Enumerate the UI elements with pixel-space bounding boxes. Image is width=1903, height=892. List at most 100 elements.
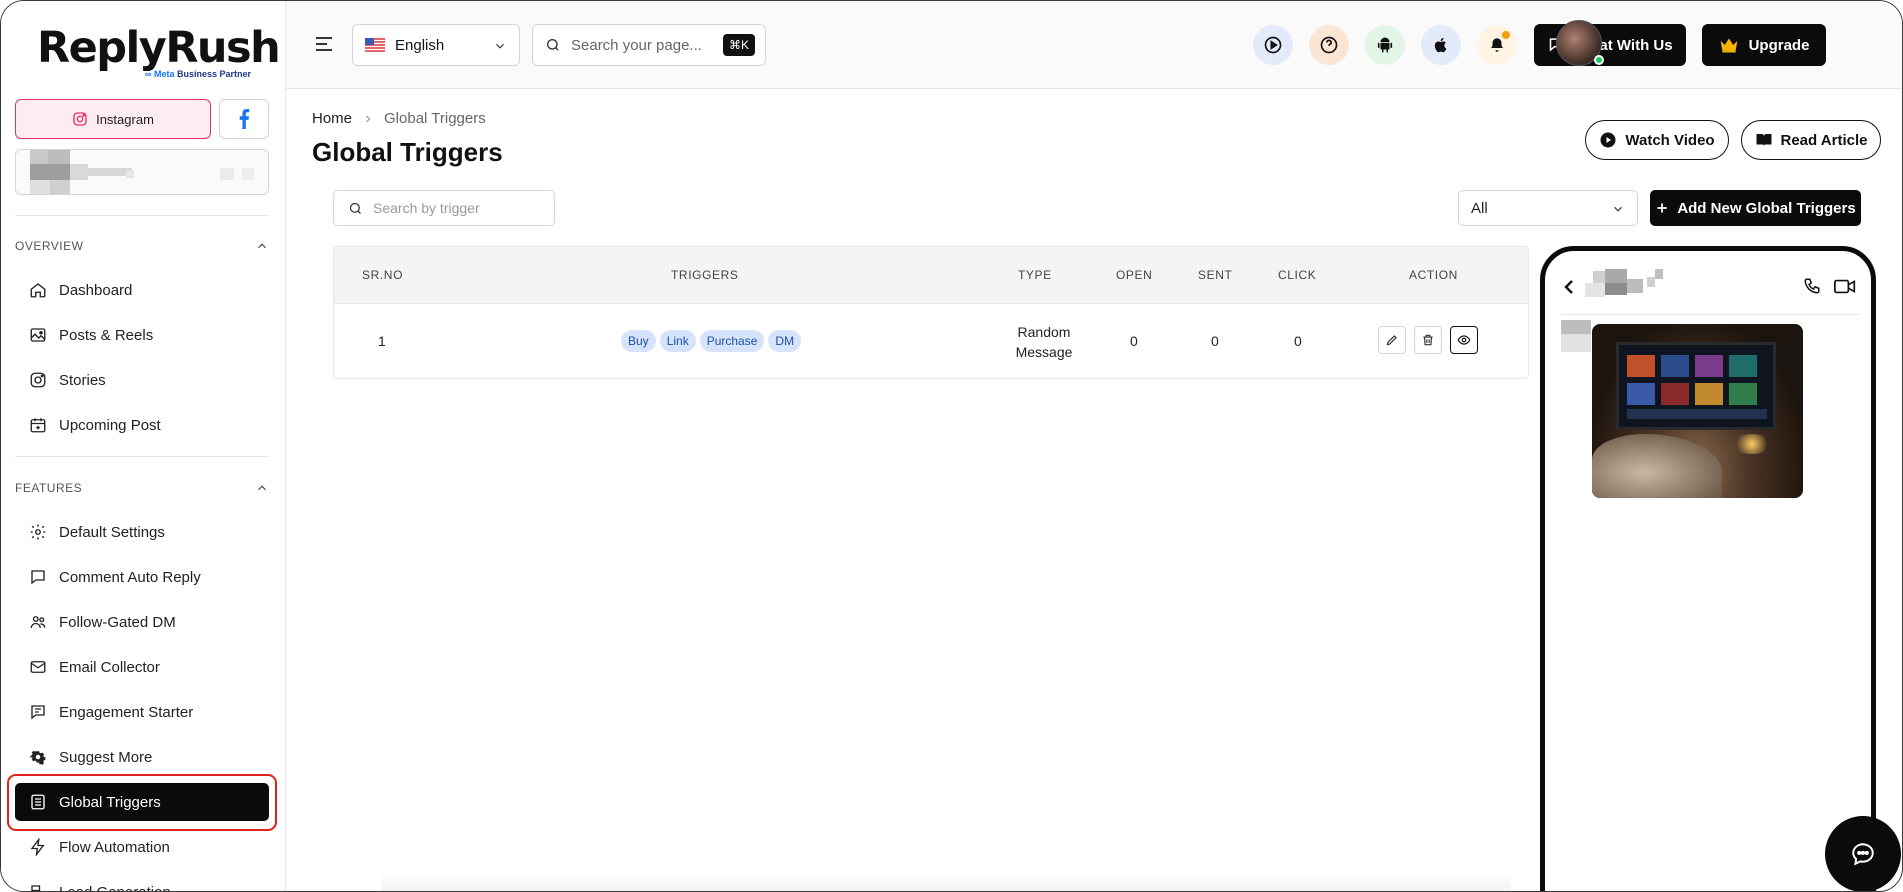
- language-value: English: [395, 36, 445, 54]
- language-select[interactable]: English: [352, 24, 520, 66]
- overview-section-header[interactable]: OVERVIEW: [15, 239, 269, 253]
- ios-app-button[interactable]: [1421, 25, 1461, 65]
- type-filter-select[interactable]: All: [1458, 190, 1638, 226]
- edit-button[interactable]: [1378, 326, 1406, 354]
- footer-shadow: [381, 873, 1511, 891]
- breadcrumb: Home Global Triggers: [312, 110, 486, 127]
- page-search-input[interactable]: Search your page... ⌘K: [532, 24, 766, 66]
- trigger-search-input[interactable]: Search by trigger: [333, 190, 555, 226]
- pencil-icon: [1386, 335, 1397, 346]
- bolt-icon: [30, 838, 45, 856]
- contact-avatar-redacted: [1585, 269, 1673, 301]
- logo-text: ReplyRush: [37, 23, 281, 73]
- sidebar-item-default-settings[interactable]: Default Settings: [15, 513, 269, 551]
- us-flag-icon: [365, 38, 385, 52]
- sidebar-item-upcoming-post[interactable]: Upcoming Post: [15, 406, 269, 444]
- divider: [15, 215, 269, 216]
- col-action: ACTION: [1409, 268, 1458, 282]
- row-type: Random Message: [1015, 324, 1073, 360]
- table-row[interactable]: 1 Buy Link Purchase DM Random Message 0 …: [334, 304, 1528, 378]
- table-header: SR.NO TRIGGERS TYPE OPEN SENT CLICK ACTI…: [334, 247, 1528, 304]
- blanket-graphic: [1592, 434, 1722, 498]
- chevron-right-icon: [366, 115, 371, 122]
- hamburger-icon: [316, 37, 332, 51]
- lead-icon: [31, 885, 41, 891]
- col-triggers: TRIGGERS: [671, 268, 739, 282]
- trigger-tag: Buy: [621, 330, 656, 352]
- divider: [1561, 314, 1859, 315]
- book-open-icon: [1756, 134, 1771, 146]
- gear-sparkle-icon: [30, 750, 46, 765]
- facebook-icon: [239, 109, 250, 129]
- trigger-search-placeholder: Search by trigger: [373, 200, 480, 216]
- add-new-global-trigger-button[interactable]: Add New Global Triggers: [1650, 190, 1861, 226]
- divider: [15, 456, 269, 457]
- sidebar-item-stories[interactable]: Stories: [15, 361, 269, 399]
- notifications-button[interactable]: [1477, 25, 1517, 65]
- watch-video-button[interactable]: Watch Video: [1585, 120, 1729, 160]
- android-app-button[interactable]: [1365, 25, 1405, 65]
- search-icon: [547, 39, 559, 51]
- home-icon: [30, 283, 46, 298]
- platform-switcher: Instagram: [15, 99, 269, 139]
- search-placeholder: Search your page...: [571, 36, 702, 54]
- sidebar-item-flow-automation[interactable]: Flow Automation: [15, 828, 269, 866]
- gear-icon: [30, 524, 46, 540]
- breadcrumb-home-link[interactable]: Home: [312, 110, 352, 127]
- row-srno: 1: [378, 333, 386, 349]
- support-chat-button[interactable]: [1825, 816, 1901, 891]
- trigger-tag: DM: [768, 330, 802, 352]
- sidebar-item-posts-reels[interactable]: Posts & Reels: [15, 316, 269, 354]
- trigger-tag: Purchase: [699, 330, 765, 352]
- phone-call-icon[interactable]: [1803, 277, 1821, 295]
- phone-preview: [1540, 246, 1876, 891]
- chat-bubble-icon: [1852, 843, 1874, 866]
- delete-button[interactable]: [1414, 326, 1442, 354]
- sidebar-item-engagement-starter[interactable]: Engagement Starter: [15, 693, 269, 731]
- play-circle-icon: [1264, 36, 1282, 54]
- app-window: ReplyRush ∞ Meta Business Partner Instag…: [0, 0, 1903, 892]
- features-section-header[interactable]: FEATURES: [15, 481, 269, 495]
- account-avatar-redacted: [30, 150, 48, 164]
- video-call-icon[interactable]: [1834, 279, 1856, 294]
- chevron-down-icon: [496, 43, 504, 49]
- message-image[interactable]: [1592, 324, 1803, 498]
- help-button[interactable]: [1309, 25, 1349, 65]
- question-circle-icon: [1320, 36, 1338, 54]
- logo[interactable]: ReplyRush ∞ Meta Business Partner: [37, 23, 281, 81]
- menu-toggle-button[interactable]: [314, 35, 334, 58]
- filter-value: All: [1471, 199, 1488, 217]
- sidebar: ReplyRush ∞ Meta Business Partner Instag…: [1, 1, 286, 891]
- col-open: OPEN: [1116, 268, 1153, 282]
- crown-icon: [1720, 38, 1737, 53]
- sidebar-item-suggest-more[interactable]: Suggest More: [15, 738, 269, 776]
- sidebar-item-lead-generation[interactable]: Lead Generation: [15, 873, 269, 891]
- tv-screen-graphic: [1616, 342, 1776, 430]
- account-selector[interactable]: [15, 149, 269, 195]
- back-arrow-icon[interactable]: [1563, 279, 1575, 295]
- col-type: TYPE: [1018, 268, 1052, 282]
- instagram-platform-button[interactable]: Instagram: [15, 99, 211, 139]
- top-bar: English Search your page... ⌘K Chat With…: [286, 1, 1902, 89]
- sidebar-item-dashboard[interactable]: Dashboard: [15, 271, 269, 309]
- upgrade-button[interactable]: Upgrade: [1702, 24, 1826, 66]
- chevron-up-icon: [258, 243, 266, 249]
- online-status-dot: [1594, 55, 1604, 65]
- notification-dot: [1502, 31, 1510, 39]
- sender-avatar-redacted: [1561, 320, 1591, 352]
- video-tutorial-button[interactable]: [1253, 25, 1293, 65]
- row-click: 0: [1294, 333, 1302, 349]
- sidebar-item-comment-auto-reply[interactable]: Comment Auto Reply: [15, 558, 269, 596]
- logo-partner-badge: ∞ Meta Business Partner: [145, 69, 251, 79]
- row-open: 0: [1130, 333, 1138, 349]
- trash-icon: [1423, 334, 1433, 346]
- read-article-button[interactable]: Read Article: [1741, 120, 1881, 160]
- sidebar-item-email-collector[interactable]: Email Collector: [15, 648, 269, 686]
- play-circle-icon: [1600, 132, 1616, 148]
- facebook-platform-button[interactable]: [219, 99, 269, 139]
- sidebar-item-follow-gated-dm[interactable]: Follow-Gated DM: [15, 603, 269, 641]
- android-icon: [1377, 37, 1393, 53]
- preview-button[interactable]: [1450, 326, 1478, 354]
- chevron-up-icon: [258, 485, 266, 491]
- instagram-icon: [73, 112, 87, 126]
